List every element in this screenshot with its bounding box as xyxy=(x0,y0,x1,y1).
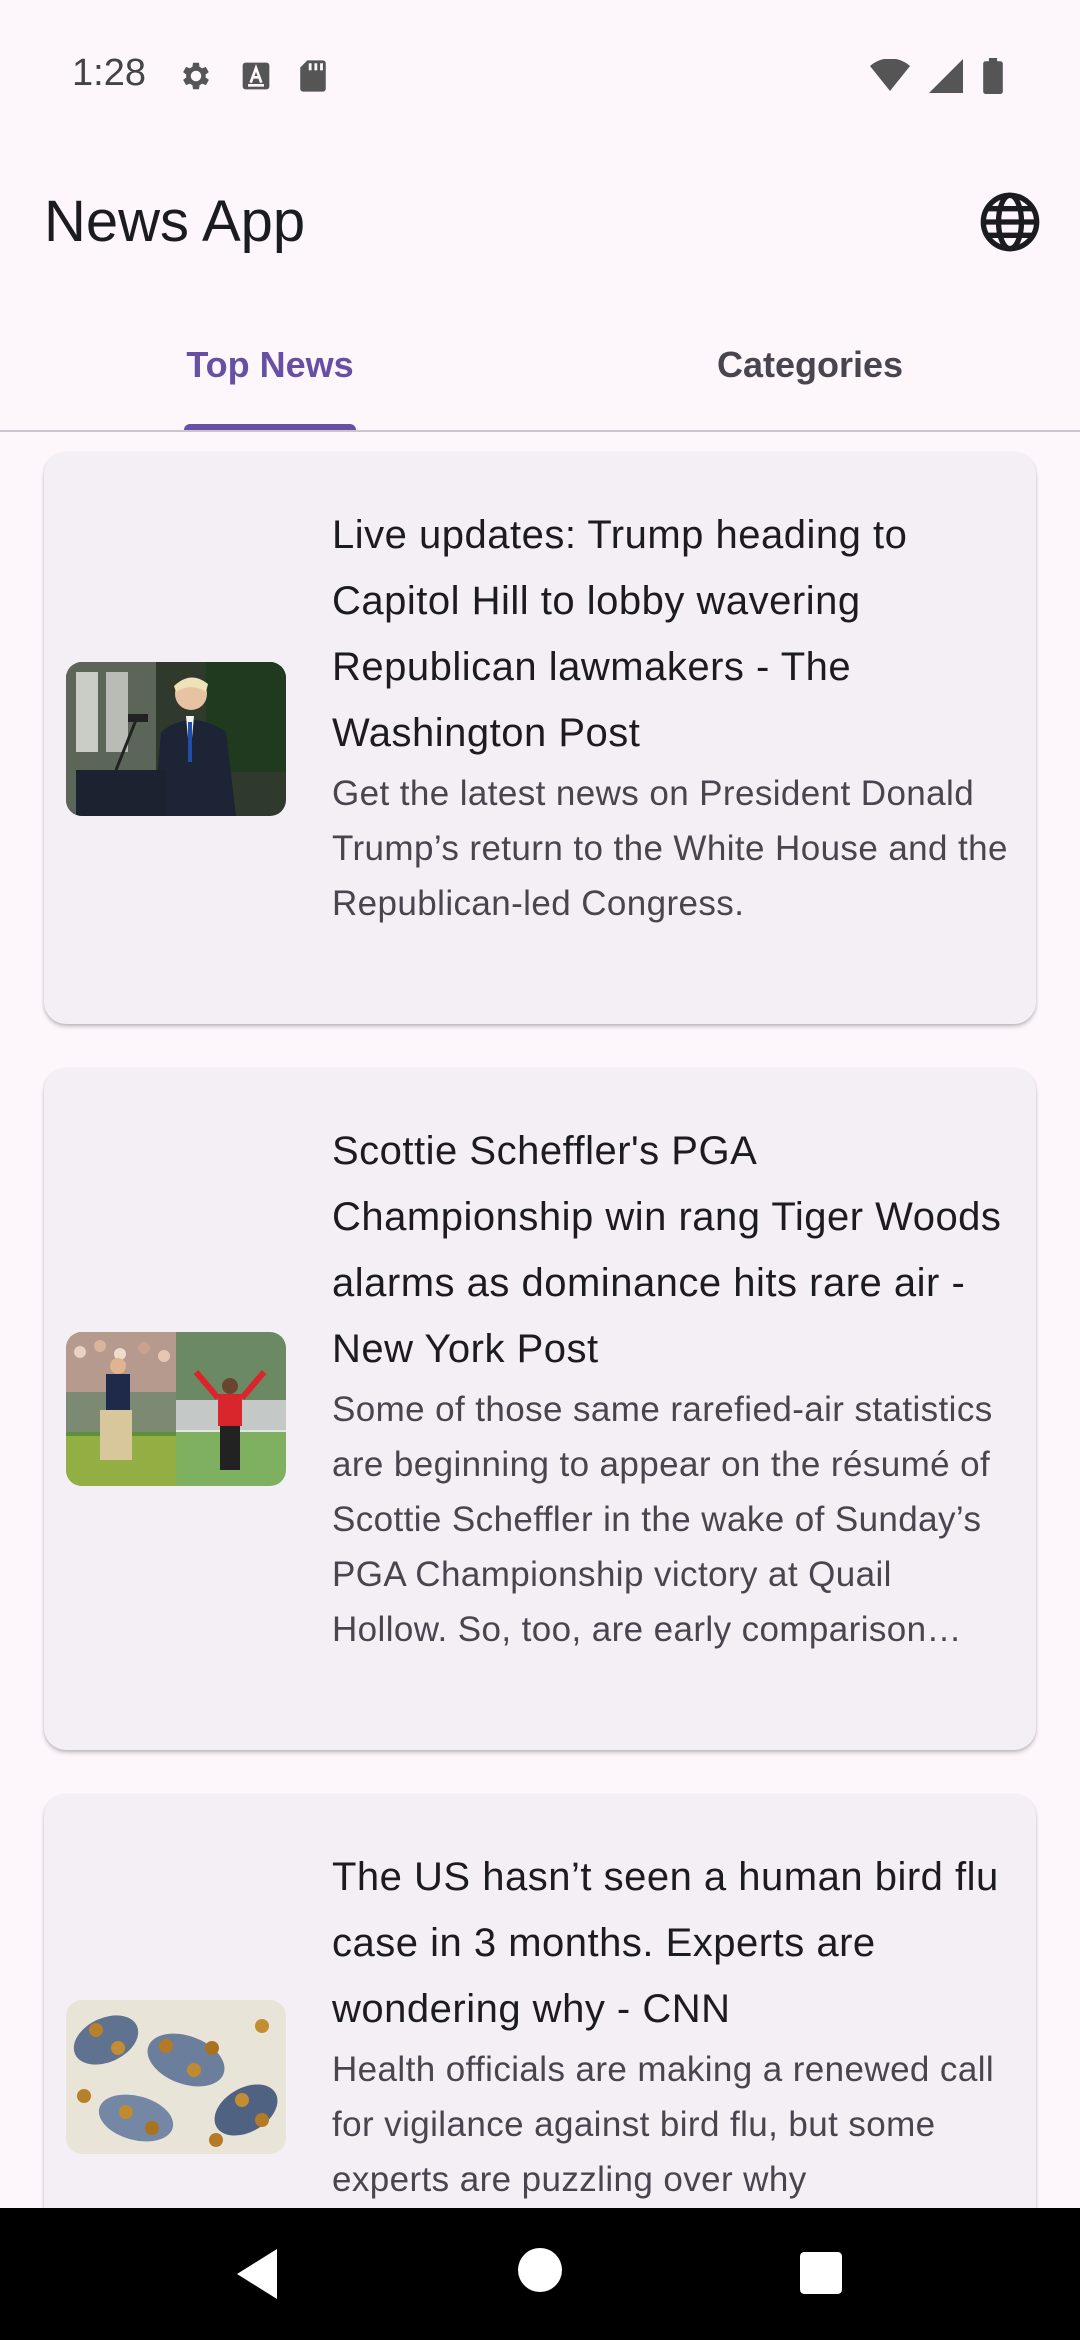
tab-categories[interactable]: Categories xyxy=(540,300,1080,430)
news-title: Scottie Scheffler's PGA Championship win… xyxy=(332,1129,1002,1371)
status-bar: 1:28 xyxy=(0,0,1080,150)
news-card[interactable]: The US hasn’t seen a human bird flu case… xyxy=(44,1794,1036,2208)
app-title: News App xyxy=(44,189,306,254)
news-description: Some of those same rarefied-air statisti… xyxy=(332,1390,993,1649)
news-card[interactable]: Live updates: Trump heading to Capitol H… xyxy=(44,452,1036,1024)
dark-mode-button[interactable] xyxy=(852,190,922,260)
sd-card-icon xyxy=(300,60,326,92)
home-icon[interactable] xyxy=(518,2248,562,2292)
system-navigation-bar xyxy=(0,2208,1080,2340)
status-left-icons xyxy=(178,58,328,94)
news-feed[interactable]: Live updates: Trump heading to Capitol H… xyxy=(0,432,1080,2208)
news-title: The US hasn’t seen a human bird flu case… xyxy=(332,1855,999,2031)
app-bar: News App xyxy=(0,150,1080,300)
wifi-icon xyxy=(870,59,910,91)
news-card-text: Scottie Scheffler's PGA Championship win… xyxy=(332,1118,1014,1657)
news-thumbnail xyxy=(66,2000,286,2154)
battery-icon xyxy=(983,58,1003,94)
tab-bar: Top News Categories xyxy=(0,300,1080,432)
language-button[interactable] xyxy=(978,190,1048,260)
tab-indicator xyxy=(184,424,356,430)
signal-icon xyxy=(929,59,963,93)
status-time: 1:28 xyxy=(72,52,146,94)
back-icon[interactable] xyxy=(232,2246,282,2302)
news-thumbnail xyxy=(66,662,286,816)
dark-mode-icon xyxy=(868,195,898,255)
language-globe-icon xyxy=(980,192,1040,252)
news-description: Get the latest news on President Donald … xyxy=(332,774,1008,923)
news-card-text: The US hasn’t seen a human bird flu case… xyxy=(332,1844,1014,2207)
status-right-icons xyxy=(870,58,1004,94)
news-title: Live updates: Trump heading to Capitol H… xyxy=(332,513,908,755)
tab-top-news[interactable]: Top News xyxy=(0,300,540,430)
news-card[interactable]: Scottie Scheffler's PGA Championship win… xyxy=(44,1068,1036,1750)
font-icon xyxy=(242,62,270,90)
news-thumbnail xyxy=(66,1332,286,1486)
recents-icon[interactable] xyxy=(800,2252,842,2294)
news-card-text: Live updates: Trump heading to Capitol H… xyxy=(332,502,1014,931)
settings-icon xyxy=(183,62,209,90)
news-description: Health officials are making a renewed ca… xyxy=(332,2050,995,2199)
